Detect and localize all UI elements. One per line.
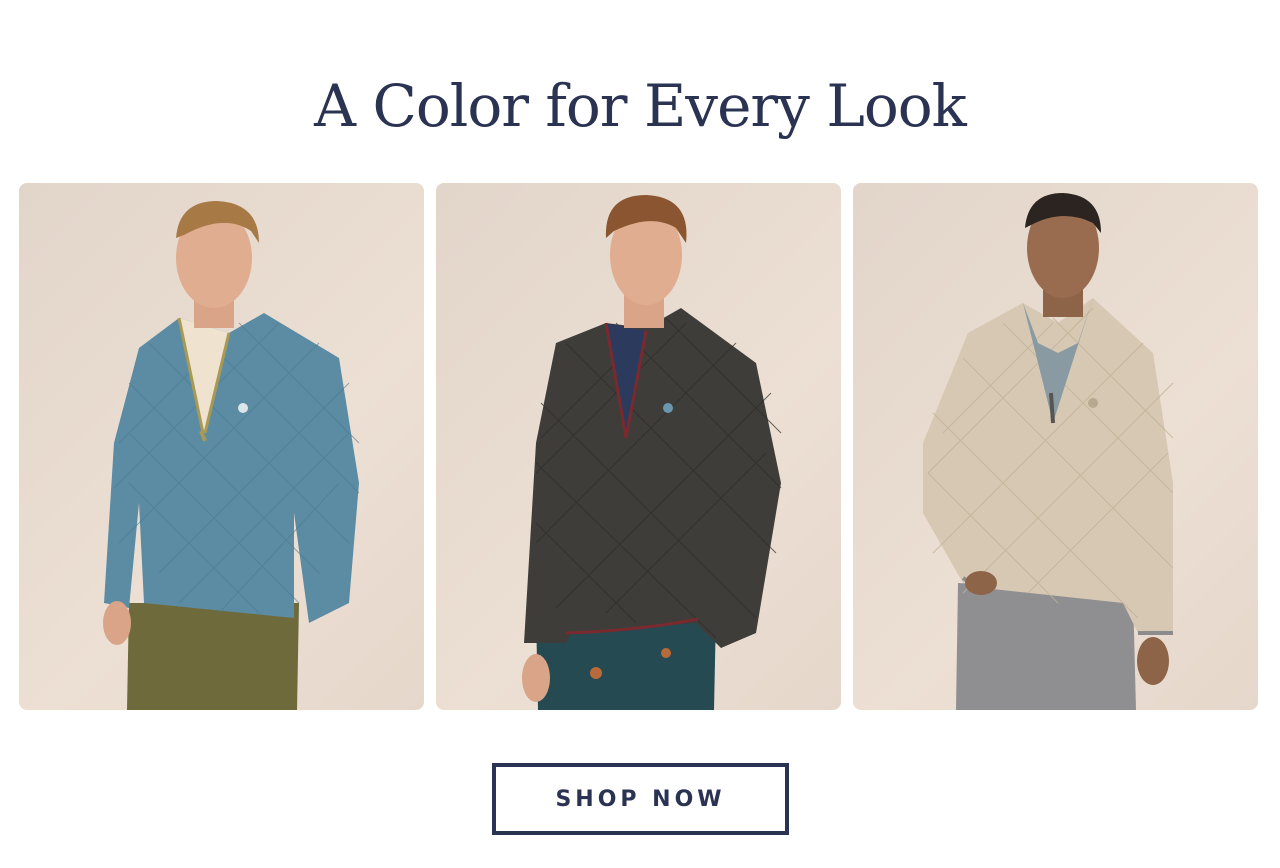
model-blue-illustration xyxy=(103,201,360,710)
product-photo-charcoal[interactable] xyxy=(436,183,841,710)
product-photo-oatmeal[interactable] xyxy=(853,183,1258,710)
product-gallery xyxy=(19,183,1259,710)
product-photo-blue[interactable] xyxy=(19,183,424,710)
model-charcoal-illustration xyxy=(522,195,782,710)
shop-now-button[interactable]: SHOP NOW xyxy=(492,763,789,835)
headline: A Color for Every Look xyxy=(314,72,967,140)
model-oatmeal-illustration xyxy=(923,193,1174,710)
email-banner: A Color for Every Look SHOP NOW xyxy=(0,0,1280,868)
